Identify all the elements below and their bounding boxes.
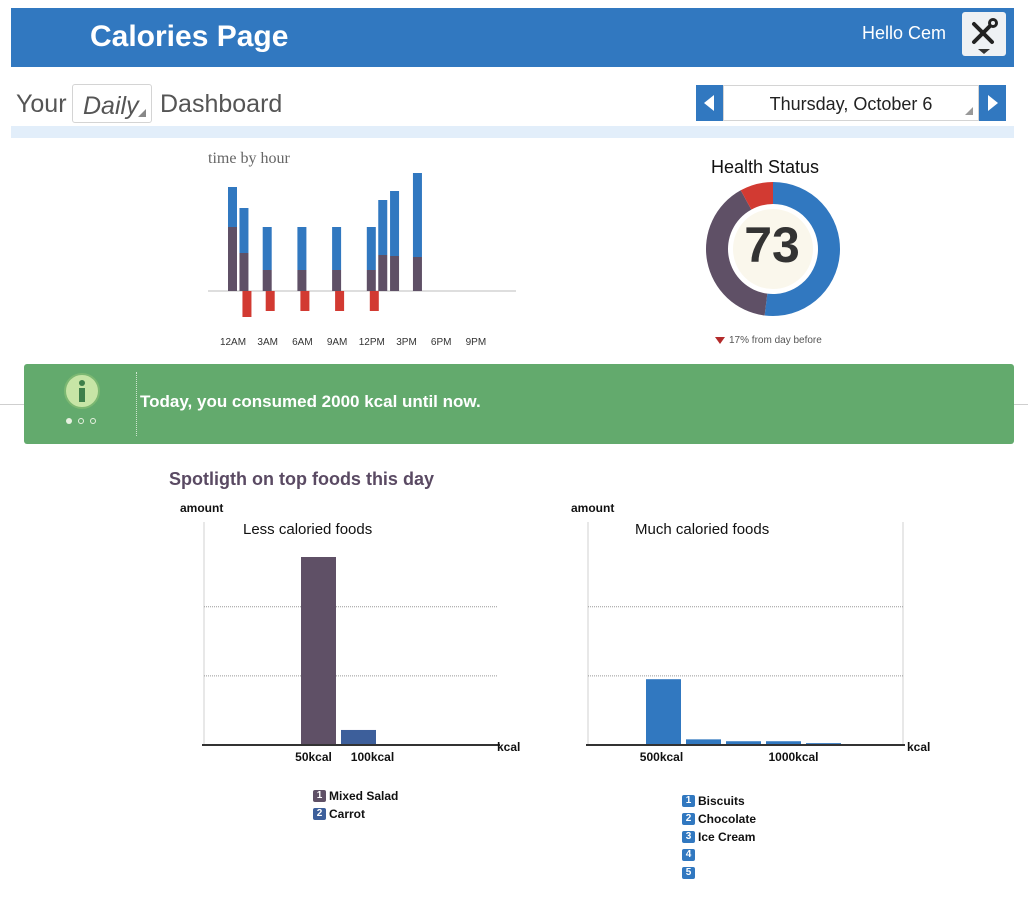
food-bar[interactable] <box>301 557 336 745</box>
hour-tick-label: 9PM <box>466 337 487 348</box>
info-banner: Today, you consumed 2000 kcal until now. <box>24 364 1014 444</box>
legend-badge: 3 <box>682 830 695 843</box>
pager-dot[interactable] <box>78 418 84 424</box>
hour-bar-base <box>366 270 376 291</box>
dropdown-caret-icon <box>138 109 146 117</box>
hour-tick-label: 6PM <box>431 337 452 348</box>
hour-bar-top <box>390 191 400 256</box>
legend-badge: 4 <box>682 848 695 861</box>
hour-bar-top <box>378 200 388 255</box>
legend-item: 4 <box>682 847 698 862</box>
legend-label: Ice Cream <box>698 829 756 844</box>
down-arrow-icon <box>715 336 725 344</box>
hour-tick-label: 3AM <box>257 337 278 348</box>
hour-bar-top <box>412 173 422 257</box>
y-axis-label: amount <box>180 501 223 515</box>
date-value: Thursday, October 6 <box>769 94 933 114</box>
period-select[interactable]: Daily <box>72 84 152 123</box>
health-score: 73 <box>744 217 800 273</box>
x-tick-label: 1000kcal <box>768 750 818 764</box>
food-bar[interactable] <box>646 679 681 745</box>
hour-tick-label: 9AM <box>327 337 348 348</box>
settings-button[interactable] <box>962 12 1006 56</box>
legend-badge: 1 <box>682 794 695 807</box>
hour-bar-base <box>228 227 237 291</box>
legend-item: 2 Chocolate <box>682 811 756 826</box>
hour-bar-top <box>366 227 376 270</box>
arrow-left-icon <box>704 95 714 111</box>
much-caloried-chart: amount Much caloried foods 500kcal 1000kcal… <box>571 501 930 764</box>
hour-bar-top <box>228 187 237 227</box>
legend-badge: 2 <box>313 807 326 820</box>
hour-tick-label: 6AM <box>292 337 313 348</box>
hour-bar-base <box>239 253 249 291</box>
hour-bar-top <box>297 227 307 270</box>
less-caloried-chart: amount Less caloried foods 50kcal 100kcal kc… <box>180 501 520 764</box>
health-status-title: Health Status <box>711 157 820 177</box>
hour-bar-negative <box>335 291 345 311</box>
legend-label: Mixed Salad <box>329 788 399 803</box>
y-axis-label: amount <box>571 501 614 515</box>
x-axis-label: kcal <box>907 740 930 754</box>
banner-message: Today, you consumed 2000 kcal until now. <box>140 392 481 411</box>
hour-tick-label: 12AM <box>220 337 246 348</box>
hour-bar-base <box>262 270 272 291</box>
hour-bar-top <box>262 227 272 270</box>
legend-item: 3 Ice Cream <box>682 829 755 844</box>
legend-badge: 5 <box>682 866 695 879</box>
x-tick-label: 100kcal <box>351 750 394 764</box>
arrow-right-icon <box>988 95 998 111</box>
legend-badge: 1 <box>313 789 326 802</box>
x-axis-label: kcal <box>497 740 520 754</box>
next-day-button[interactable] <box>979 85 1006 121</box>
dashboard-suffix: Dashboard <box>160 90 283 118</box>
legend-label: Chocolate <box>698 811 757 826</box>
legend-item: 2 Carrot <box>313 806 365 821</box>
section-divider <box>11 126 1014 138</box>
hour-bar-base <box>412 257 422 291</box>
health-delta-text: 17% from day before <box>729 335 822 346</box>
legend-item: 1 Biscuits <box>682 793 745 808</box>
x-tick-label: 50kcal <box>295 750 332 764</box>
x-tick-label: 500kcal <box>640 750 683 764</box>
hour-bar-top <box>239 208 249 253</box>
dropdown-caret-icon <box>965 107 973 115</box>
user-greeting: Hello Cem <box>862 23 947 43</box>
legend-item: 1 Mixed Salad <box>313 788 398 803</box>
hour-bar-base <box>332 270 342 291</box>
legend-badge: 2 <box>682 812 695 825</box>
previous-day-button[interactable] <box>696 85 723 121</box>
food-chart-title: Less caloried foods <box>243 521 372 538</box>
health-delta: 17% from day before <box>715 335 822 346</box>
banner-separator <box>136 372 137 436</box>
tools-icon <box>972 18 998 54</box>
period-value: Daily <box>83 92 139 120</box>
hour-chart: 12AM 3AM 6AM 9AM 12PM 3PM 6PM 9PM <box>208 173 516 348</box>
hour-tick-label: 12PM <box>359 337 385 348</box>
legend-label: Carrot <box>329 806 366 821</box>
hour-bar-negative <box>265 291 275 311</box>
pager-dot[interactable] <box>90 418 96 424</box>
hour-bar-base <box>378 255 388 291</box>
legend-label: Biscuits <box>698 793 745 808</box>
hour-bar-top <box>332 227 342 270</box>
date-select[interactable]: Thursday, October 6 <box>723 85 979 121</box>
hour-bar-negative <box>369 291 379 311</box>
food-chart-title: Much caloried foods <box>635 521 769 538</box>
dashboard-prefix: Your <box>16 90 67 118</box>
spotlight-title: Spotligth on top foods this day <box>169 469 434 489</box>
hour-tick-label: 3PM <box>396 337 417 348</box>
hour-bar-negative <box>242 291 252 317</box>
app-title: Calories Page <box>90 20 289 53</box>
hour-bar-negative <box>300 291 310 311</box>
info-icon <box>64 373 100 409</box>
hour-bar-base <box>390 256 400 291</box>
pager-dot[interactable] <box>66 418 72 424</box>
hour-bar-base <box>297 270 307 291</box>
food-bar[interactable] <box>341 729 376 745</box>
legend-item: 5 <box>682 865 698 880</box>
